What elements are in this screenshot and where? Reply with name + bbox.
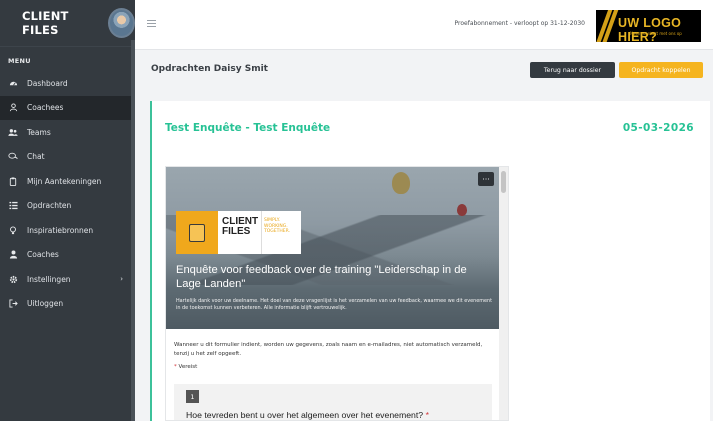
balloon-image — [457, 204, 467, 216]
sidebar-item-label: Mijn Aantekeningen — [27, 176, 102, 186]
sidebar-item-coaches[interactable]: Coaches — [0, 243, 135, 268]
sidebar-item-opdrachten[interactable]: Opdrachten — [0, 194, 135, 219]
clipboard-icon — [8, 176, 18, 186]
survey-scrollbar[interactable] — [499, 167, 508, 420]
lightbulb-icon — [8, 225, 18, 235]
sidebar-item-label: Coachees — [27, 103, 64, 113]
sidebar-item-label: Uitloggen — [27, 299, 64, 309]
sidebar-item-label: Opdrachten — [27, 201, 72, 211]
sidebar-item-teams[interactable]: Teams — [0, 120, 135, 145]
link-assignment-button[interactable]: Opdracht koppelen — [619, 62, 703, 78]
sidebar: CLIENT FILES MENU Dashboard Coachees Tea… — [0, 0, 135, 421]
hamburger-menu-icon[interactable] — [147, 20, 156, 27]
logo-text: UW LOGO HIER? — [618, 16, 682, 42]
list-icon — [8, 201, 18, 211]
required-star: * — [174, 364, 177, 370]
survey-header-image: ··· CLIENT FILES SIMPLY. WORKING. TOGETH… — [166, 167, 501, 329]
sidebar-brand[interactable]: CLIENT FILES — [0, 0, 135, 47]
sidebar-item-dashboard[interactable]: Dashboard — [0, 71, 135, 96]
tagline-line: TOGETHER. — [264, 229, 290, 234]
users-icon — [8, 127, 18, 137]
menu-title: MENU — [8, 57, 31, 65]
sidebar-item-label: Instellingen — [27, 274, 71, 284]
avatar[interactable] — [107, 8, 135, 38]
survey-title: Enquête voor feedback over de training "… — [176, 264, 467, 290]
survey-description: Hartelijk dank voor uw deelname. Het doe… — [176, 298, 493, 311]
logo-subtext: Neem contact met ons op — [630, 31, 682, 36]
assignment-card: Test Enquête - Test Enquête 05-03-2026 ·… — [150, 101, 710, 421]
folder-icon — [176, 211, 218, 254]
sidebar-item-label: Coaches — [27, 250, 59, 260]
logo-word: FILES — [222, 226, 251, 237]
page-title: Opdrachten Daisy Smit — [151, 64, 268, 74]
client-files-logo: CLIENT FILES SIMPLY. WORKING. TOGETHER. — [176, 211, 301, 254]
brand-name: CLIENT FILES — [22, 9, 69, 37]
sidebar-item-instellingen[interactable]: Instellingen › — [0, 267, 135, 292]
required-indicator: * Vereist — [174, 364, 197, 370]
logout-icon — [8, 299, 18, 309]
page-header: Opdrachten Daisy Smit Terug naar dossier… — [135, 51, 713, 87]
chat-icon — [8, 152, 18, 162]
logo-wordmark: CLIENT FILES — [218, 211, 261, 254]
assignment-title: Test Enquête - Test Enquête — [165, 122, 331, 134]
privacy-notice: Wanneer u dit formulier indient, worden … — [174, 342, 483, 357]
sidebar-item-coachees[interactable]: Coachees — [0, 95, 135, 120]
sidebar-scrollbar[interactable] — [131, 40, 135, 421]
chevron-right-icon: › — [120, 275, 123, 284]
logo-tagline: SIMPLY. WORKING. TOGETHER. — [261, 211, 301, 254]
sidebar-item-uitloggen[interactable]: Uitloggen — [0, 292, 135, 317]
sidebar-item-label: Teams — [27, 127, 51, 137]
sidebar-item-label: Dashboard — [27, 78, 68, 88]
balloon-image — [392, 172, 410, 194]
dashboard-icon — [8, 78, 18, 88]
more-options-button[interactable]: ··· — [478, 172, 494, 186]
assignment-date: 05-03-2026 — [622, 122, 694, 134]
question-label: Hoe tevreden bent u over het algemeen ov… — [186, 410, 424, 420]
survey-embed[interactable]: ··· CLIENT FILES SIMPLY. WORKING. TOGETH… — [165, 166, 509, 421]
custom-logo-placeholder[interactable]: UW LOGO HIER? Neem contact met ons op — [596, 10, 701, 42]
sidebar-item-mijn-aantekeningen[interactable]: Mijn Aantekeningen — [0, 169, 135, 194]
question-number: 1 — [186, 390, 199, 403]
sidebar-item-inspiratiebronnen[interactable]: Inspiratiebronnen — [0, 218, 135, 243]
sidebar-item-chat[interactable]: Chat — [0, 145, 135, 170]
gear-icon — [8, 274, 18, 284]
sidebar-item-label: Chat — [27, 152, 45, 162]
back-to-dossier-button[interactable]: Terug naar dossier — [530, 62, 615, 78]
user-tie-icon — [8, 250, 18, 260]
scrollbar-thumb[interactable] — [501, 171, 506, 193]
question-text: Hoe tevreden bent u over het algemeen ov… — [186, 410, 429, 420]
question-block[interactable]: 1 Hoe tevreden bent u over het algemeen … — [174, 384, 492, 420]
sidebar-item-label: Inspiratiebronnen — [27, 225, 94, 235]
trial-notice: Proefabonnement - verloopt op 31-12-2030 — [454, 20, 586, 27]
user-icon — [8, 103, 18, 113]
topbar: Proefabonnement - verloopt op 31-12-2030… — [135, 0, 713, 50]
required-label: Vereist — [178, 364, 198, 370]
required-star: * — [425, 410, 429, 420]
